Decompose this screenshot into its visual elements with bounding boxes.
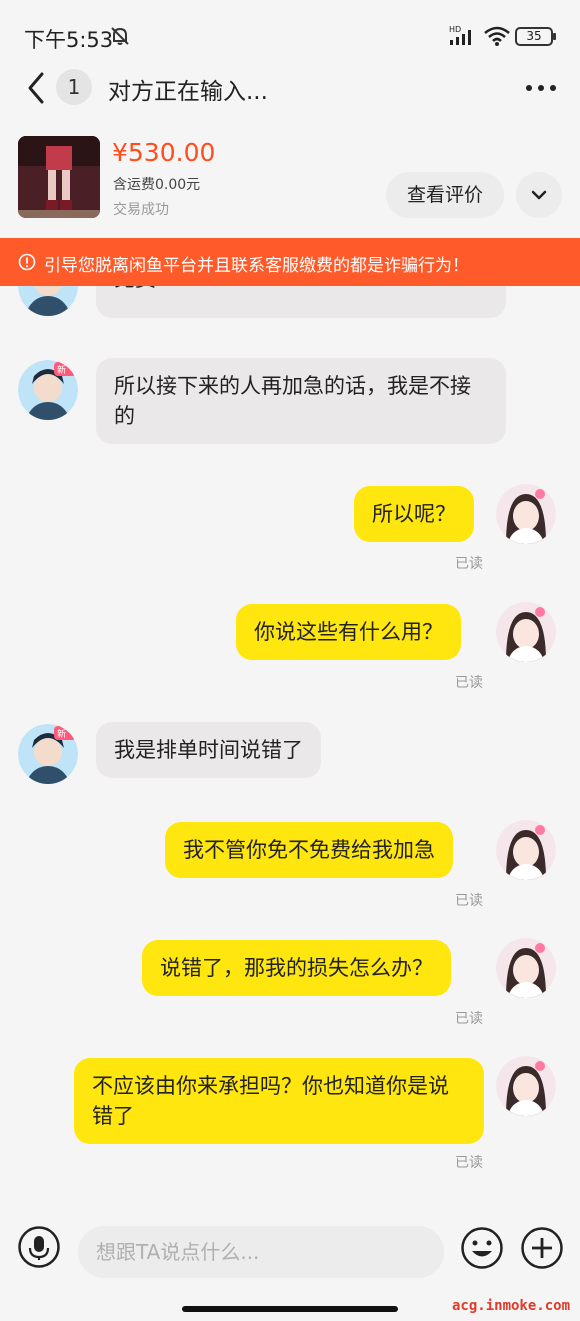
message-bubble-sent: 我不管你免不免费给我加急 [165, 822, 453, 878]
view-review-button[interactable]: 查看评价 [386, 172, 504, 218]
watermark: acg.inmoke.com [452, 1298, 571, 1314]
home-indicator[interactable] [182, 1306, 398, 1312]
message-composer: acg.inmoke.com [0, 1206, 580, 1321]
warning-text: 引导您脱离闲鱼平台并且联系客服缴费的都是诈骗行为！ [44, 256, 469, 276]
message-bubble-received: 免费 [96, 286, 506, 318]
chat-header: 1 对方正在输入... [0, 64, 580, 112]
status-bar: 下午5:53 HD 35 [0, 0, 580, 64]
my-avatar[interactable] [496, 1056, 556, 1116]
message-bubble-sent: 所以呢？ [354, 486, 474, 542]
svg-text:HD: HD [449, 25, 461, 34]
my-avatar[interactable] [496, 938, 556, 998]
read-receipt: 已读 [455, 556, 483, 572]
other-avatar[interactable]: 新 [18, 724, 78, 784]
message-bubble-sent: 不应该由你来承担吗？你也知道你是说错了 [74, 1058, 484, 1144]
my-avatar[interactable] [496, 820, 556, 880]
back-arrow-icon[interactable] [22, 70, 50, 106]
product-shipping: 含运费0.00元 [113, 177, 201, 193]
product-card[interactable]: ¥530.00 含运费0.00元 交易成功 查看评价 [0, 124, 580, 232]
chevron-down-icon [531, 190, 547, 200]
my-avatar[interactable] [496, 602, 556, 662]
status-time: 下午5:53 [24, 28, 114, 52]
message-list[interactable]: 免费 新 所以接下来的人再加急的话，我是不接的 所以呢？ 已读 你说这些有什么用… [0, 286, 580, 1206]
battery-icon: 35 [515, 27, 556, 46]
my-avatar[interactable] [496, 484, 556, 544]
other-avatar[interactable]: 新 [18, 360, 78, 420]
read-receipt: 已读 [455, 1011, 483, 1027]
svg-text:新: 新 [57, 728, 66, 740]
message-bubble-sent: 说错了，那我的损失怎么办？ [142, 940, 451, 996]
read-receipt: 已读 [455, 893, 483, 909]
product-thumbnail[interactable] [18, 136, 100, 218]
more-options-icon[interactable] [525, 83, 557, 93]
svg-text:新: 新 [57, 364, 66, 376]
warning-icon [18, 253, 36, 271]
trade-status: 交易成功 [113, 202, 169, 218]
wifi-icon [484, 26, 510, 46]
message-bubble-received: 我是排单时间说错了 [96, 722, 321, 778]
unread-count-badge[interactable]: 1 [56, 69, 92, 105]
emoji-icon[interactable] [460, 1226, 504, 1270]
message-input[interactable] [78, 1226, 444, 1278]
message-bubble-sent: 你说这些有什么用？ [236, 604, 461, 660]
read-receipt: 已读 [455, 675, 483, 691]
fraud-warning-banner: 引导您脱离闲鱼平台并且联系客服缴费的都是诈骗行为！ [0, 238, 580, 286]
product-price: ¥530.00 [112, 138, 216, 167]
expand-button[interactable] [516, 172, 562, 218]
read-receipt: 已读 [455, 1155, 483, 1171]
signal-icon: HD [449, 25, 471, 45]
mute-bell-icon [111, 27, 129, 45]
chat-title: 对方正在输入... [108, 79, 268, 105]
message-bubble-received: 所以接下来的人再加急的话，我是不接的 [96, 358, 506, 444]
other-avatar[interactable] [18, 286, 78, 316]
microphone-icon[interactable] [18, 1226, 60, 1268]
plus-icon[interactable] [520, 1226, 564, 1270]
